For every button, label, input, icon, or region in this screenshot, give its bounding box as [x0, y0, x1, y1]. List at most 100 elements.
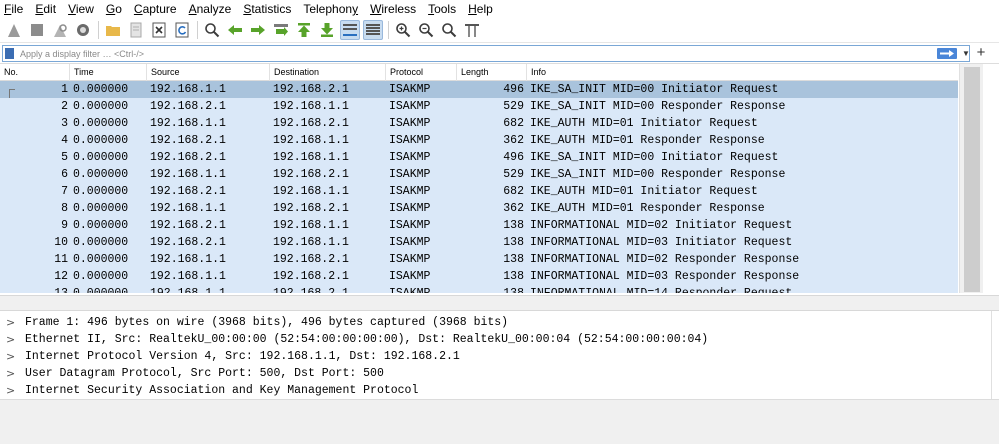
menu-file[interactable]: File	[4, 0, 23, 18]
detail-item-label: Ethernet II, Src: RealtekU_00:00:00 (52:…	[25, 333, 709, 346]
reload-icon[interactable]	[172, 20, 192, 40]
table-row[interactable]: 5 0.000000 192.168.2.1 192.168.1.1 ISAKM…	[0, 149, 958, 166]
menu-telephony[interactable]: Telephony	[303, 0, 358, 18]
cell-destination: 192.168.1.1	[273, 100, 349, 113]
detail-tree-item[interactable]: > Frame 1: 496 bytes on wire (3968 bits)…	[0, 314, 992, 331]
cell-protocol: ISAKMP	[389, 100, 431, 113]
column-header-time[interactable]: Time	[70, 64, 147, 81]
cell-info: IKE_AUTH MID=01 Responder Response	[530, 202, 765, 215]
toolbar-separator	[197, 21, 198, 39]
display-filter-input[interactable]	[20, 46, 920, 61]
column-header-info[interactable]: Info	[527, 64, 958, 81]
forward-arrow-icon[interactable]	[248, 20, 268, 40]
menu-wireless[interactable]: Wireless	[370, 0, 416, 18]
table-row[interactable]: 3 0.000000 192.168.1.1 192.168.2.1 ISAKM…	[0, 115, 958, 132]
detail-tree-item[interactable]: > Internet Protocol Version 4, Src: 192.…	[0, 348, 992, 365]
detail-tree-item[interactable]: > User Datagram Protocol, Src Port: 500,…	[0, 365, 992, 382]
menu-help[interactable]: Help	[468, 0, 493, 18]
apply-filter-arrow-icon[interactable]	[937, 48, 957, 59]
cell-length: 529	[503, 168, 524, 181]
close-file-icon[interactable]	[149, 20, 169, 40]
normal-size-icon[interactable]	[439, 20, 459, 40]
cell-no: 7	[61, 185, 68, 198]
table-row[interactable]: 12 0.000000 192.168.1.1 192.168.2.1 ISAK…	[0, 268, 958, 285]
column-header-no[interactable]: No.	[0, 64, 70, 81]
cell-source: 192.168.1.1	[150, 83, 226, 96]
cell-protocol: ISAKMP	[389, 285, 430, 293]
menu-edit[interactable]: Edit	[35, 0, 56, 18]
cell-length: 138	[503, 236, 524, 249]
cell-time: 0.000000	[73, 202, 129, 215]
menu-go[interactable]: Go	[106, 0, 122, 18]
colorize-icon[interactable]	[363, 20, 383, 40]
cell-no: 10	[54, 236, 68, 249]
table-row[interactable]: 1 0.000000 192.168.1.1 192.168.2.1 ISAKM…	[0, 81, 958, 98]
cell-source: 192.168.2.1	[150, 236, 226, 249]
shark-fin-icon[interactable]	[4, 20, 24, 40]
table-row[interactable]: 7 0.000000 192.168.2.1 192.168.1.1 ISAKM…	[0, 183, 958, 200]
cell-no: 3	[61, 117, 68, 130]
chevron-right-icon[interactable]: >	[6, 382, 16, 399]
detail-tree-item[interactable]: > Ethernet II, Src: RealtekU_00:00:00 (5…	[0, 331, 992, 348]
cell-source: 192.168.1.1	[150, 117, 226, 130]
toolbar-separator	[388, 21, 389, 39]
table-row[interactable]: 8 0.000000 192.168.1.1 192.168.2.1 ISAKM…	[0, 200, 958, 217]
column-header-destination[interactable]: Destination	[270, 64, 386, 81]
last-packet-icon[interactable]	[317, 20, 337, 40]
cell-length: 138	[503, 270, 524, 283]
table-row[interactable]: 10 0.000000 192.168.2.1 192.168.1.1 ISAK…	[0, 234, 958, 251]
find-packet-icon[interactable]	[202, 20, 222, 40]
zoom-out-icon[interactable]	[416, 20, 436, 40]
table-row[interactable]: 9 0.000000 192.168.2.1 192.168.1.1 ISAKM…	[0, 217, 958, 234]
column-header-length[interactable]: Length	[457, 64, 527, 81]
cell-info: INFORMATIONAL MID=02 Initiator Request	[530, 219, 793, 232]
chevron-right-icon[interactable]: >	[6, 348, 16, 365]
detail-tree-item[interactable]: > Internet Security Association and Key …	[0, 382, 992, 399]
cell-destination: 192.168.1.1	[273, 219, 349, 232]
stop-icon[interactable]	[27, 20, 47, 40]
back-arrow-icon[interactable]	[225, 20, 245, 40]
cell-length: 682	[503, 117, 524, 130]
chevron-right-icon[interactable]: >	[6, 331, 16, 348]
cell-protocol: ISAKMP	[389, 270, 431, 283]
chevron-right-icon[interactable]: >	[6, 365, 16, 382]
chevron-down-icon[interactable]: ▼	[961, 47, 971, 60]
menu-analyze[interactable]: Analyze	[189, 0, 232, 18]
table-row[interactable]: 11 0.000000 192.168.1.1 192.168.2.1 ISAK…	[0, 251, 958, 268]
packet-list-vertical-scrollbar[interactable]	[959, 64, 983, 293]
autoscroll-icon[interactable]	[340, 20, 360, 40]
cell-source: 192.168.2.1	[150, 151, 226, 164]
cell-destination: 192.168.2.1	[273, 117, 349, 130]
cell-source: 192.168.1.1	[150, 285, 226, 293]
menu-tools[interactable]: Tools	[428, 0, 456, 18]
menu-statistics[interactable]: Statistics	[243, 0, 291, 18]
menu-view[interactable]: View	[68, 0, 94, 18]
cell-source: 192.168.1.1	[150, 202, 226, 215]
capture-options-icon[interactable]	[73, 20, 93, 40]
open-file-icon[interactable]	[103, 20, 123, 40]
vertical-scrollbar-thumb[interactable]	[964, 67, 980, 292]
resize-columns-icon[interactable]	[462, 20, 482, 40]
go-to-packet-icon[interactable]	[271, 20, 291, 40]
save-file-icon[interactable]	[126, 20, 146, 40]
chevron-right-icon[interactable]: >	[6, 314, 16, 331]
column-header-source[interactable]: Source	[147, 64, 270, 81]
cell-destination: 192.168.2.1	[273, 285, 349, 293]
table-row[interactable]: 6 0.000000 192.168.1.1 192.168.2.1 ISAKM…	[0, 166, 958, 183]
column-header-protocol[interactable]: Protocol	[386, 64, 457, 81]
cell-no: 11	[54, 253, 68, 266]
pane-splitter[interactable]	[0, 295, 999, 311]
bookmark-icon[interactable]	[5, 48, 14, 59]
menu-capture[interactable]: Capture	[134, 0, 177, 18]
zoom-in-icon[interactable]	[393, 20, 413, 40]
table-row[interactable]: 2 0.000000 192.168.2.1 192.168.1.1 ISAKM…	[0, 98, 958, 115]
cell-info: IKE_AUTH MID=01 Responder Response	[530, 134, 765, 147]
cell-time: 0.000000	[73, 117, 129, 130]
first-packet-icon[interactable]	[294, 20, 314, 40]
cell-time: 0.000000	[73, 236, 129, 249]
table-row[interactable]: 4 0.000000 192.168.2.1 192.168.1.1 ISAKM…	[0, 132, 958, 149]
restart-icon[interactable]	[50, 20, 70, 40]
cell-source: 192.168.2.1	[150, 134, 226, 147]
table-row[interactable]: 13 0.000000 192.168.1.1 192.168.2.1 ISAK…	[0, 285, 958, 293]
add-filter-button[interactable]: +	[974, 44, 988, 61]
